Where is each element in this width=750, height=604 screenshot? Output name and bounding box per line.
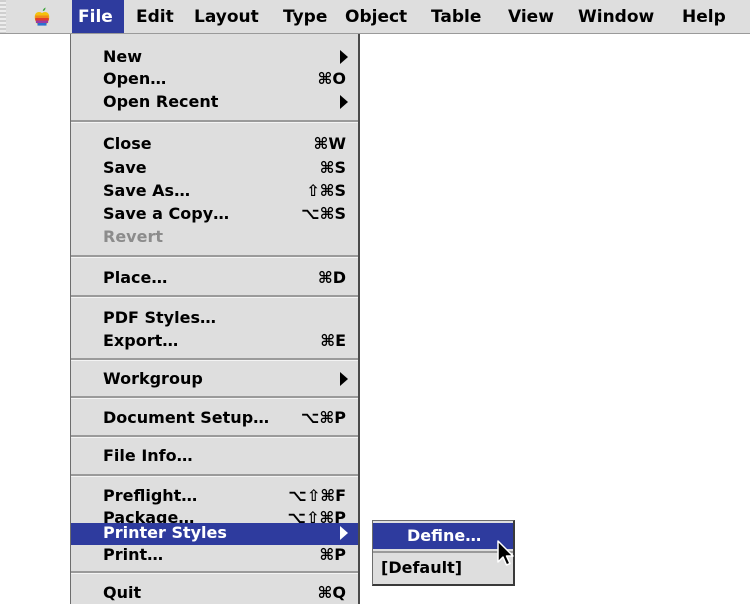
menu-type[interactable]: Type [277,0,333,33]
menu-table[interactable]: Table [425,0,487,33]
menu-item-workgroup[interactable]: Workgroup [71,369,358,389]
menu-item-shortcut: ⌘S [319,158,346,177]
menu-item-shortcut: ⌥⇧⌘F [288,486,346,505]
menu-edit[interactable]: Edit [130,0,180,33]
menu-item-save[interactable]: Save ⌘S [71,158,358,178]
menu-item-shortcut: ⇧⌘S [306,181,346,200]
menu-item-preflight[interactable]: Preflight… ⌥⇧⌘F [71,486,358,506]
menu-item-file-info[interactable]: File Info… [71,446,358,466]
menu-separator [71,435,358,438]
submenu-arrow-icon [340,526,348,540]
menu-item-close[interactable]: Close ⌘W [71,134,358,154]
menu-item-new[interactable]: New [71,47,358,67]
menu-item-quit[interactable]: Quit ⌘Q [71,583,358,603]
menu-item-label: Close [103,134,152,153]
menu-item-label: PDF Styles… [103,308,216,327]
menu-item-shortcut: ⌘Q [317,583,346,602]
menu-item-export[interactable]: Export… ⌘E [71,331,358,351]
menu-separator [71,571,358,574]
submenu-item-define[interactable]: Define… [373,523,513,549]
menu-item-label: Printer Styles [103,523,227,542]
menu-item-open-recent[interactable]: Open Recent [71,92,358,112]
menu-item-save-a-copy[interactable]: Save a Copy… ⌥⌘S [71,204,358,224]
menu-layout[interactable]: Layout [188,0,265,33]
printer-styles-submenu: Define… [Default] [372,520,515,586]
mouse-pointer-icon [497,540,514,566]
menu-item-printer-styles[interactable]: Printer Styles [71,523,358,545]
menu-help[interactable]: Help [676,0,732,33]
submenu-arrow-icon [340,95,348,109]
menu-item-label: Export… [103,331,179,350]
menu-separator [71,474,358,477]
menu-item-label: New [103,47,143,66]
menu-item-label: Save a Copy… [103,204,230,223]
menu-separator [71,396,358,399]
menu-item-save-as[interactable]: Save As… ⇧⌘S [71,181,358,201]
menu-item-label: Open Recent [103,92,219,111]
submenu-arrow-icon [340,50,348,64]
menu-item-shortcut: ⌘E [320,331,346,350]
menu-item-revert: Revert [71,227,358,247]
menu-item-shortcut: ⌘O [317,69,346,88]
file-menu-dropdown: New Open… ⌘O Open Recent Close ⌘W Save ⌘… [70,34,360,604]
menu-separator [71,358,358,361]
menu-item-label: Revert [103,227,163,246]
menu-item-label: Save [103,158,147,177]
menu-item-shortcut: ⌘P [319,545,346,564]
menu-item-label: Document Setup… [103,408,270,427]
menu-item-label: Open… [103,69,167,88]
menu-separator [71,120,358,123]
menu-view[interactable]: View [502,0,560,33]
menu-item-label: Quit [103,583,142,602]
menu-item-shortcut: ⌥⌘P [300,408,346,427]
menu-item-open[interactable]: Open… ⌘O [71,69,358,89]
menu-separator [71,295,358,298]
apple-icon[interactable] [30,5,54,29]
menu-item-shortcut: ⌘W [313,134,347,153]
menu-item-label: Place… [103,268,168,287]
menu-item-label: Workgroup [103,369,203,388]
screen: File Edit Layout Type Object Table View … [0,0,750,604]
submenu-item-default[interactable]: [Default] [373,555,513,581]
menu-bar-edge [0,0,6,33]
menu-separator [71,255,358,258]
menu-file[interactable]: File [72,0,124,33]
menu-item-document-setup[interactable]: Document Setup… ⌥⌘P [71,408,358,428]
menu-item-pdf-styles[interactable]: PDF Styles… [71,308,358,328]
menu-item-label: File Info… [103,446,193,465]
menu-object[interactable]: Object [339,0,413,33]
menu-window[interactable]: Window [572,0,660,33]
menu-item-label: Preflight… [103,486,198,505]
menu-item-shortcut: ⌥⌘S [301,204,346,223]
submenu-arrow-icon [340,372,348,386]
menu-bar: File Edit Layout Type Object Table View … [0,0,750,34]
menu-item-place[interactable]: Place… ⌘D [71,268,358,288]
menu-item-label: Print… [103,545,164,564]
menu-item-shortcut: ⌘D [317,268,346,287]
menu-item-label: Save As… [103,181,191,200]
menu-separator [373,551,513,553]
menu-item-print[interactable]: Print… ⌘P [71,545,358,565]
